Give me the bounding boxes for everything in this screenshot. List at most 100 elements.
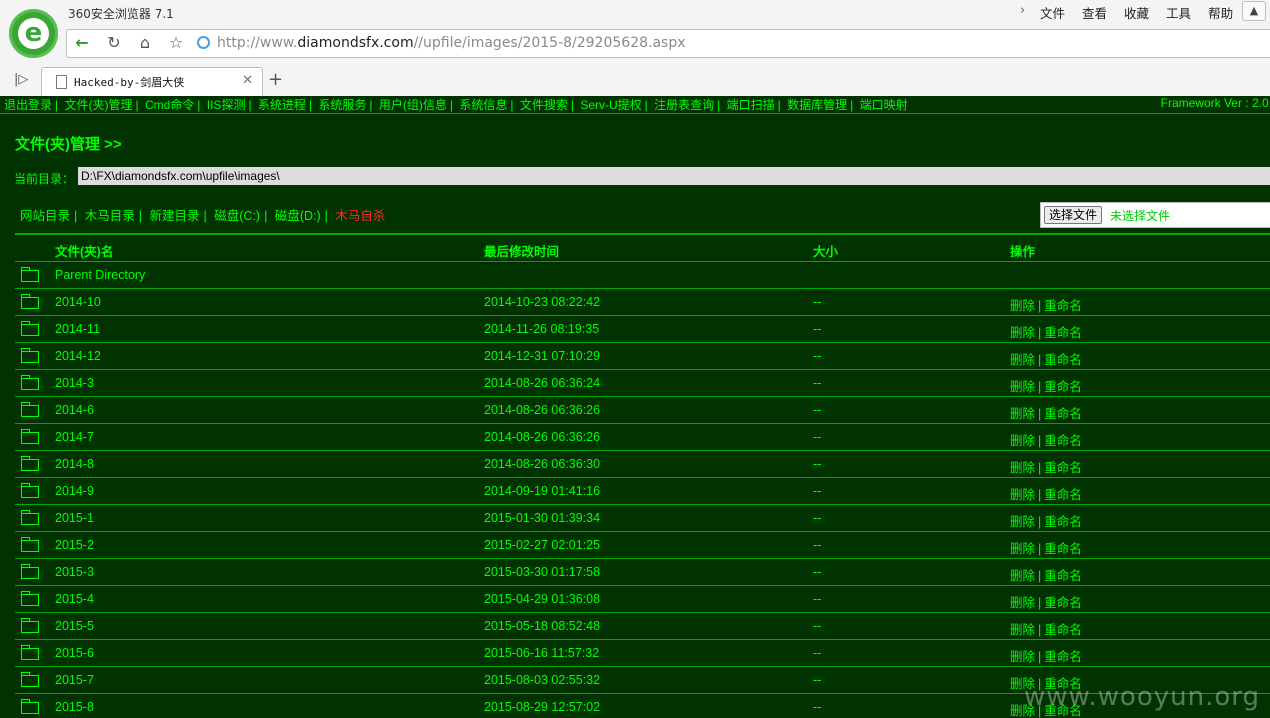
parent-directory-link[interactable]: Parent Directory xyxy=(55,268,145,282)
sidebar-toggle-icon[interactable]: |▷ xyxy=(14,72,28,87)
choose-file-button[interactable]: 选择文件 xyxy=(1044,206,1103,224)
rename-link[interactable]: 重命名 xyxy=(1044,596,1082,610)
folder-name-link[interactable]: 2015-7 xyxy=(55,673,94,687)
folder-name-link[interactable]: 2014-10 xyxy=(55,295,101,309)
delete-link[interactable]: 删除 xyxy=(1010,326,1035,340)
parent-directory-row[interactable]: Parent Directory xyxy=(15,262,1270,289)
nav-file-manager[interactable]: 文件(夹)管理 xyxy=(64,98,132,112)
menu-view[interactable]: 查看 xyxy=(1082,3,1107,22)
close-icon[interactable]: ✕ xyxy=(242,73,253,88)
home-icon[interactable]: ⌂ xyxy=(133,32,157,54)
nav-servu[interactable]: Serv-U提权 xyxy=(580,98,641,112)
link-trojan-selfdestruct[interactable]: 木马自杀 xyxy=(335,209,385,223)
folder-name-link[interactable]: 2014-12 xyxy=(55,349,101,363)
rename-link[interactable]: 重命名 xyxy=(1044,326,1082,340)
folder-name-link[interactable]: 2015-3 xyxy=(55,565,94,579)
folder-name-link[interactable]: 2015-1 xyxy=(55,511,94,525)
nav-registry[interactable]: 注册表查询 xyxy=(654,98,714,112)
rename-link[interactable]: 重命名 xyxy=(1044,407,1082,421)
folder-name-link[interactable]: 2014-3 xyxy=(55,376,94,390)
delete-link[interactable]: 删除 xyxy=(1010,542,1035,556)
delete-link[interactable]: 删除 xyxy=(1010,299,1035,313)
delete-link[interactable]: 删除 xyxy=(1010,623,1035,637)
folder-name-link[interactable]: 2015-5 xyxy=(55,619,94,633)
delete-link[interactable]: 删除 xyxy=(1010,461,1035,475)
tab-active[interactable]: Hacked-by-剑眉大侠 ✕ xyxy=(41,67,263,96)
table-row[interactable]: 2015-4 2015-04-29 01:36:08 -- 删除 | 重命名 xyxy=(15,586,1270,613)
nav-logout[interactable]: 退出登录 xyxy=(4,98,52,112)
nav-file-search[interactable]: 文件搜索 xyxy=(520,98,568,112)
browser-logo-icon[interactable]: e xyxy=(9,9,58,58)
link-new-dir[interactable]: 新建目录 xyxy=(150,209,200,223)
delete-link[interactable]: 删除 xyxy=(1010,407,1035,421)
rename-link[interactable]: 重命名 xyxy=(1044,488,1082,502)
rename-link[interactable]: 重命名 xyxy=(1044,515,1082,529)
menu-help[interactable]: 帮助 xyxy=(1208,3,1233,22)
folder-name-link[interactable]: 2014-11 xyxy=(55,322,100,336)
menu-tools[interactable]: 工具 xyxy=(1166,3,1191,22)
plus-icon[interactable]: + xyxy=(268,69,283,90)
rename-link[interactable]: 重命名 xyxy=(1044,623,1082,637)
table-row[interactable]: 2014-3 2014-08-26 06:36:24 -- 删除 | 重命名 xyxy=(15,370,1270,397)
rename-link[interactable]: 重命名 xyxy=(1044,569,1082,583)
delete-link[interactable]: 删除 xyxy=(1010,569,1035,583)
link-drive-d[interactable]: 磁盘(D:) xyxy=(275,209,321,223)
nav-services[interactable]: 系统服务 xyxy=(318,98,366,112)
rename-link[interactable]: 重命名 xyxy=(1044,650,1082,664)
table-row[interactable]: 2015-2 2015-02-27 02:01:25 -- 删除 | 重命名 xyxy=(15,532,1270,559)
rename-link[interactable]: 重命名 xyxy=(1044,353,1082,367)
table-row[interactable]: 2014-10 2014-10-23 08:22:42 -- 删除 | 重命名 xyxy=(15,289,1270,316)
rename-link[interactable]: 重命名 xyxy=(1044,380,1082,394)
folder-name-link[interactable]: 2014-8 xyxy=(55,457,94,471)
delete-link[interactable]: 删除 xyxy=(1010,353,1035,367)
current-dir-input[interactable] xyxy=(78,167,1270,185)
table-row[interactable]: 2015-3 2015-03-30 01:17:58 -- 删除 | 重命名 xyxy=(15,559,1270,586)
nav-port-scan[interactable]: 端口扫描 xyxy=(727,98,775,112)
folder-name-link[interactable]: 2015-8 xyxy=(55,700,94,714)
back-arrow-icon[interactable]: ← xyxy=(70,32,94,54)
nav-port-map[interactable]: 端口映射 xyxy=(860,98,908,112)
rename-link[interactable]: 重命名 xyxy=(1044,434,1082,448)
delete-link[interactable]: 删除 xyxy=(1010,434,1035,448)
folder-name-link[interactable]: 2014-6 xyxy=(55,403,94,417)
nav-sysinfo[interactable]: 系统信息 xyxy=(459,98,507,112)
link-drive-c[interactable]: 磁盘(C:) xyxy=(214,209,260,223)
table-row[interactable]: 2014-7 2014-08-26 06:36:26 -- 删除 | 重命名 xyxy=(15,424,1270,451)
nav-users[interactable]: 用户(组)信息 xyxy=(379,98,447,112)
shield-icon[interactable]: ▲ xyxy=(1242,1,1266,21)
delete-link[interactable]: 删除 xyxy=(1010,515,1035,529)
table-row[interactable]: 2014-11 2014-11-26 08:19:35 -- 删除 | 重命名 xyxy=(15,316,1270,343)
delete-link[interactable]: 删除 xyxy=(1010,488,1035,502)
nav-iis[interactable]: IIS探测 xyxy=(207,98,246,112)
folder-name-link[interactable]: 2015-2 xyxy=(55,538,94,552)
delete-link[interactable]: 删除 xyxy=(1010,380,1035,394)
chevron-right-icon[interactable]: › xyxy=(1020,3,1025,18)
reload-icon[interactable]: ↻ xyxy=(102,32,126,54)
nav-cmd[interactable]: Cmd命令 xyxy=(145,98,194,112)
table-row[interactable]: 2015-6 2015-06-16 11:57:32 -- 删除 | 重命名 xyxy=(15,640,1270,667)
menu-favorites[interactable]: 收藏 xyxy=(1124,3,1149,22)
table-row[interactable]: 2015-1 2015-01-30 01:39:34 -- 删除 | 重命名 xyxy=(15,505,1270,532)
folder-name-link[interactable]: 2015-4 xyxy=(55,592,94,606)
table-row[interactable]: 2014-12 2014-12-31 07:10:29 -- 删除 | 重命名 xyxy=(15,343,1270,370)
folder-name-link[interactable]: 2014-9 xyxy=(55,484,94,498)
rename-link[interactable]: 重命名 xyxy=(1044,299,1082,313)
star-icon[interactable]: ☆ xyxy=(164,32,188,54)
rename-link[interactable]: 重命名 xyxy=(1044,461,1082,475)
rename-link[interactable]: 重命名 xyxy=(1044,542,1082,556)
table-row[interactable]: 2015-5 2015-05-18 08:52:48 -- 删除 | 重命名 xyxy=(15,613,1270,640)
link-trojan-dir[interactable]: 木马目录 xyxy=(85,209,135,223)
delete-link[interactable]: 删除 xyxy=(1010,596,1035,610)
table-row[interactable]: 2014-9 2014-09-19 01:41:16 -- 删除 | 重命名 xyxy=(15,478,1270,505)
nav-processes[interactable]: 系统进程 xyxy=(258,98,306,112)
address-bar[interactable]: ← ↻ ⌂ ☆ http://www.diamondsfx.com//upfil… xyxy=(66,29,1270,58)
table-row[interactable]: 2014-6 2014-08-26 06:36:26 -- 删除 | 重命名 xyxy=(15,397,1270,424)
link-site-dir[interactable]: 网站目录 xyxy=(20,209,70,223)
folder-name-link[interactable]: 2015-6 xyxy=(55,646,94,660)
menu-file[interactable]: 文件 xyxy=(1040,3,1065,22)
nav-database[interactable]: 数据库管理 xyxy=(787,98,847,112)
folder-name-link[interactable]: 2014-7 xyxy=(55,430,94,444)
table-row[interactable]: 2014-8 2014-08-26 06:36:30 -- 删除 | 重命名 xyxy=(15,451,1270,478)
delete-link[interactable]: 删除 xyxy=(1010,650,1035,664)
url-text[interactable]: http://www.diamondsfx.com//upfile/images… xyxy=(217,35,686,51)
